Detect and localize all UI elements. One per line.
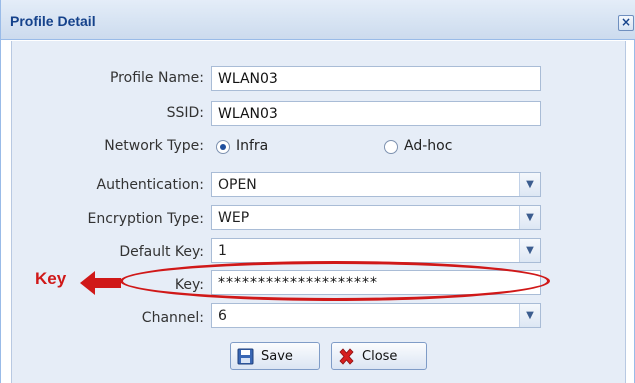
chevron-down-icon[interactable]: ▼ [519, 304, 540, 327]
profile-name-label: Profile Name: [109, 70, 204, 86]
title-bar: Profile Detail × [1, 0, 635, 40]
authentication-value: OPEN [218, 177, 257, 193]
encryption-type-select[interactable]: WEP ▼ [211, 205, 541, 230]
chevron-down-icon[interactable]: ▼ [519, 239, 540, 262]
close-button[interactable]: Close [331, 342, 427, 370]
channel-value: 6 [218, 308, 227, 324]
network-type-label: Network Type: [104, 138, 204, 154]
default-key-value: 1 [218, 243, 227, 259]
close-icon[interactable]: × [618, 15, 634, 31]
profile-detail-dialog: Profile Detail × Profile Name: WLAN03 SS… [0, 0, 635, 383]
red-x-icon [339, 348, 354, 365]
encryption-type-label: Encryption Type: [87, 211, 204, 227]
ssid-input[interactable]: WLAN03 [211, 101, 541, 126]
authentication-label: Authentication: [96, 177, 205, 193]
default-key-label: Default Key: [119, 244, 204, 260]
close-button-label: Close [362, 349, 398, 364]
profile-name-input[interactable]: WLAN03 [211, 66, 541, 91]
channel-select[interactable]: 6 ▼ [211, 303, 541, 328]
chevron-down-icon[interactable]: ▼ [519, 206, 540, 229]
radio-adhoc-label: Ad-hoc [404, 138, 453, 154]
save-button-label: Save [261, 349, 293, 364]
left-arrow-icon [80, 271, 121, 295]
save-button[interactable]: Save [230, 342, 320, 370]
key-label: Key: [174, 277, 204, 293]
radio-infra[interactable] [216, 140, 230, 154]
key-annotation-label: Key [35, 269, 67, 288]
chevron-down-icon[interactable]: ▼ [519, 173, 540, 196]
radio-infra-label: Infra [236, 138, 269, 154]
key-input[interactable]: ******************** [211, 270, 541, 295]
radio-adhoc[interactable] [384, 140, 398, 154]
dialog-title: Profile Detail [10, 13, 96, 29]
encryption-type-value: WEP [218, 210, 250, 226]
floppy-disk-icon [237, 348, 254, 365]
channel-label: Channel: [141, 310, 204, 326]
default-key-select[interactable]: 1 ▼ [211, 238, 541, 263]
ssid-label: SSID: [166, 105, 204, 121]
authentication-select[interactable]: OPEN ▼ [211, 172, 541, 197]
